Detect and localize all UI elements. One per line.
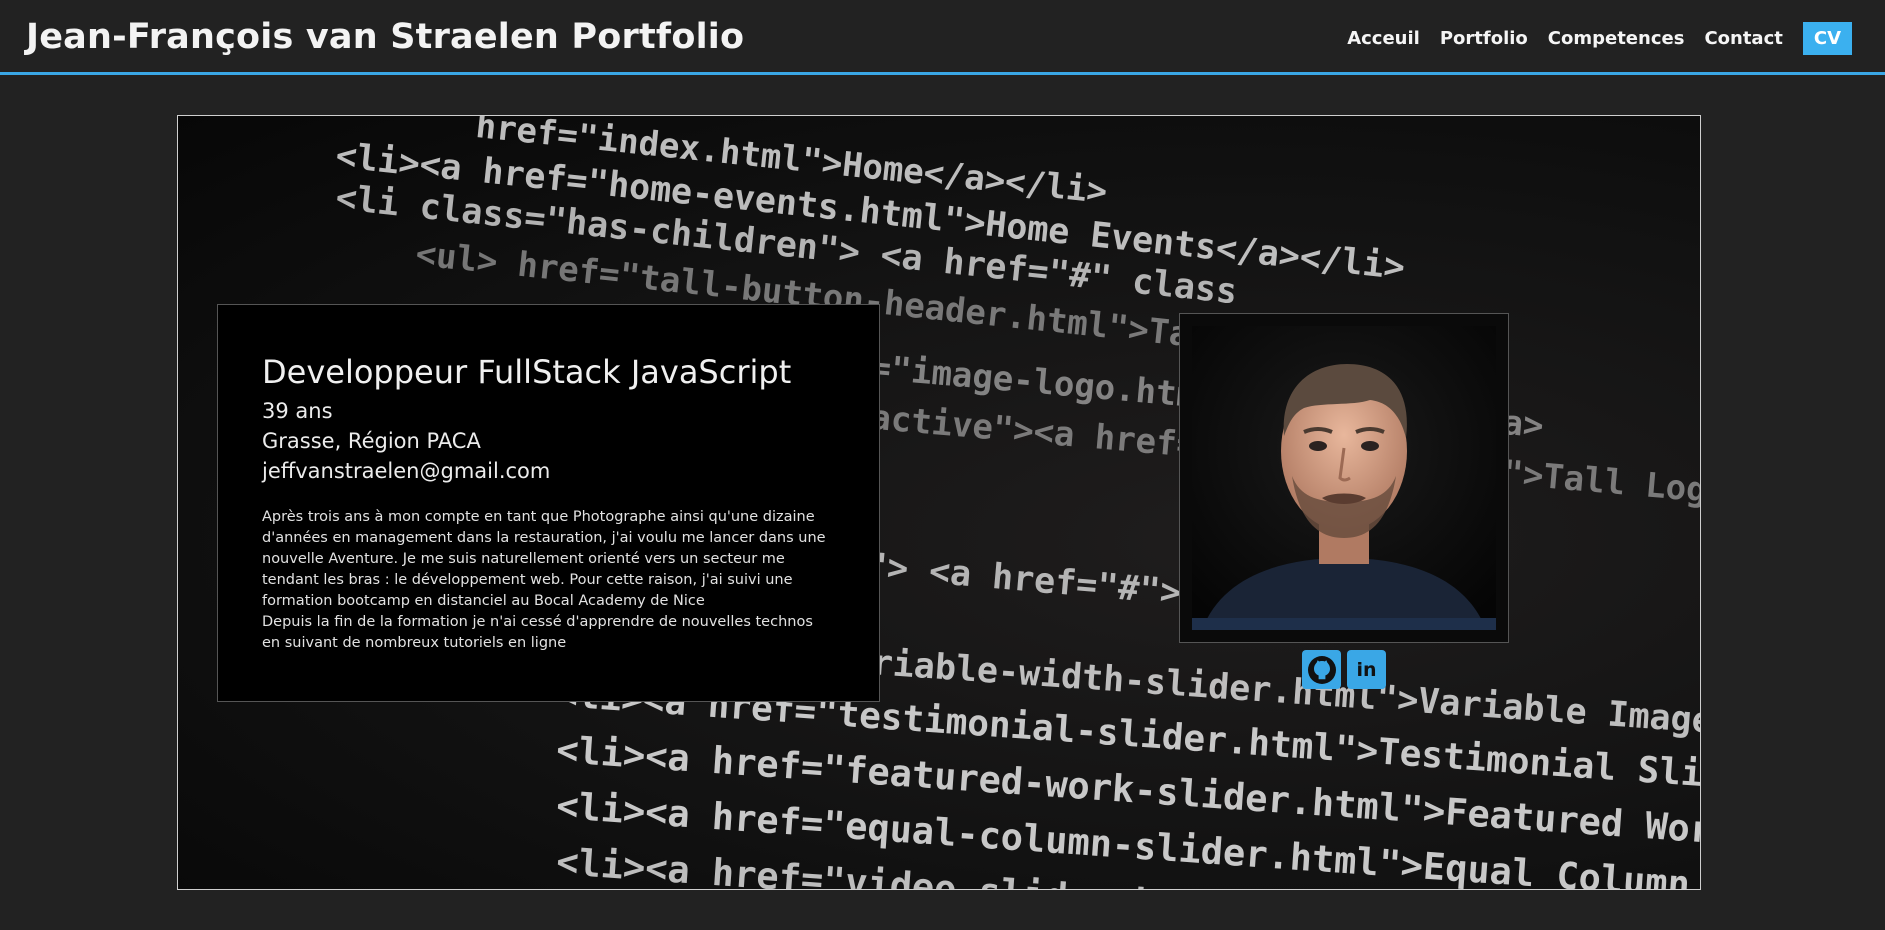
github-button[interactable] [1302, 650, 1341, 689]
hero-section: href="index.html">Home</a></li> <li><a h… [177, 115, 1701, 890]
profile-info-card: Developpeur FullStack JavaScript 39 ans … [217, 304, 880, 702]
nav-link-competences[interactable]: Competences [1548, 28, 1685, 49]
location-text: Grasse, Région PACA [262, 429, 481, 453]
bio-paragraph-2: Depuis la fin de la formation je n'ai ce… [262, 614, 813, 651]
main-nav: Acceuil Portfolio Competences Contact CV [1327, 22, 1852, 55]
top-navbar: Jean-François van Straelen Portfolio Acc… [0, 0, 1885, 75]
linkedin-icon: in [1356, 658, 1377, 681]
linkedin-button[interactable]: in [1347, 650, 1386, 689]
nav-link-contact[interactable]: Contact [1704, 28, 1782, 49]
github-icon [1307, 655, 1336, 684]
profile-photo [1192, 326, 1496, 630]
email-text[interactable]: jeffvanstraelen@gmail.com [262, 459, 835, 483]
bio-paragraph-1: Après trois ans à mon compte en tant que… [262, 509, 826, 609]
job-title: Developpeur FullStack JavaScript [262, 353, 792, 391]
bio-text: Après trois ans à mon compte en tant que… [262, 507, 835, 654]
age-text: 39 ans [262, 399, 333, 423]
cv-button[interactable]: CV [1802, 22, 1852, 55]
nav-link-portfolio[interactable]: Portfolio [1440, 28, 1528, 49]
nav-link-acceuil[interactable]: Acceuil [1347, 28, 1420, 49]
social-links: in [1302, 650, 1386, 689]
site-title[interactable]: Jean-François van Straelen Portfolio [26, 17, 744, 57]
profile-photo-frame [1179, 313, 1509, 643]
